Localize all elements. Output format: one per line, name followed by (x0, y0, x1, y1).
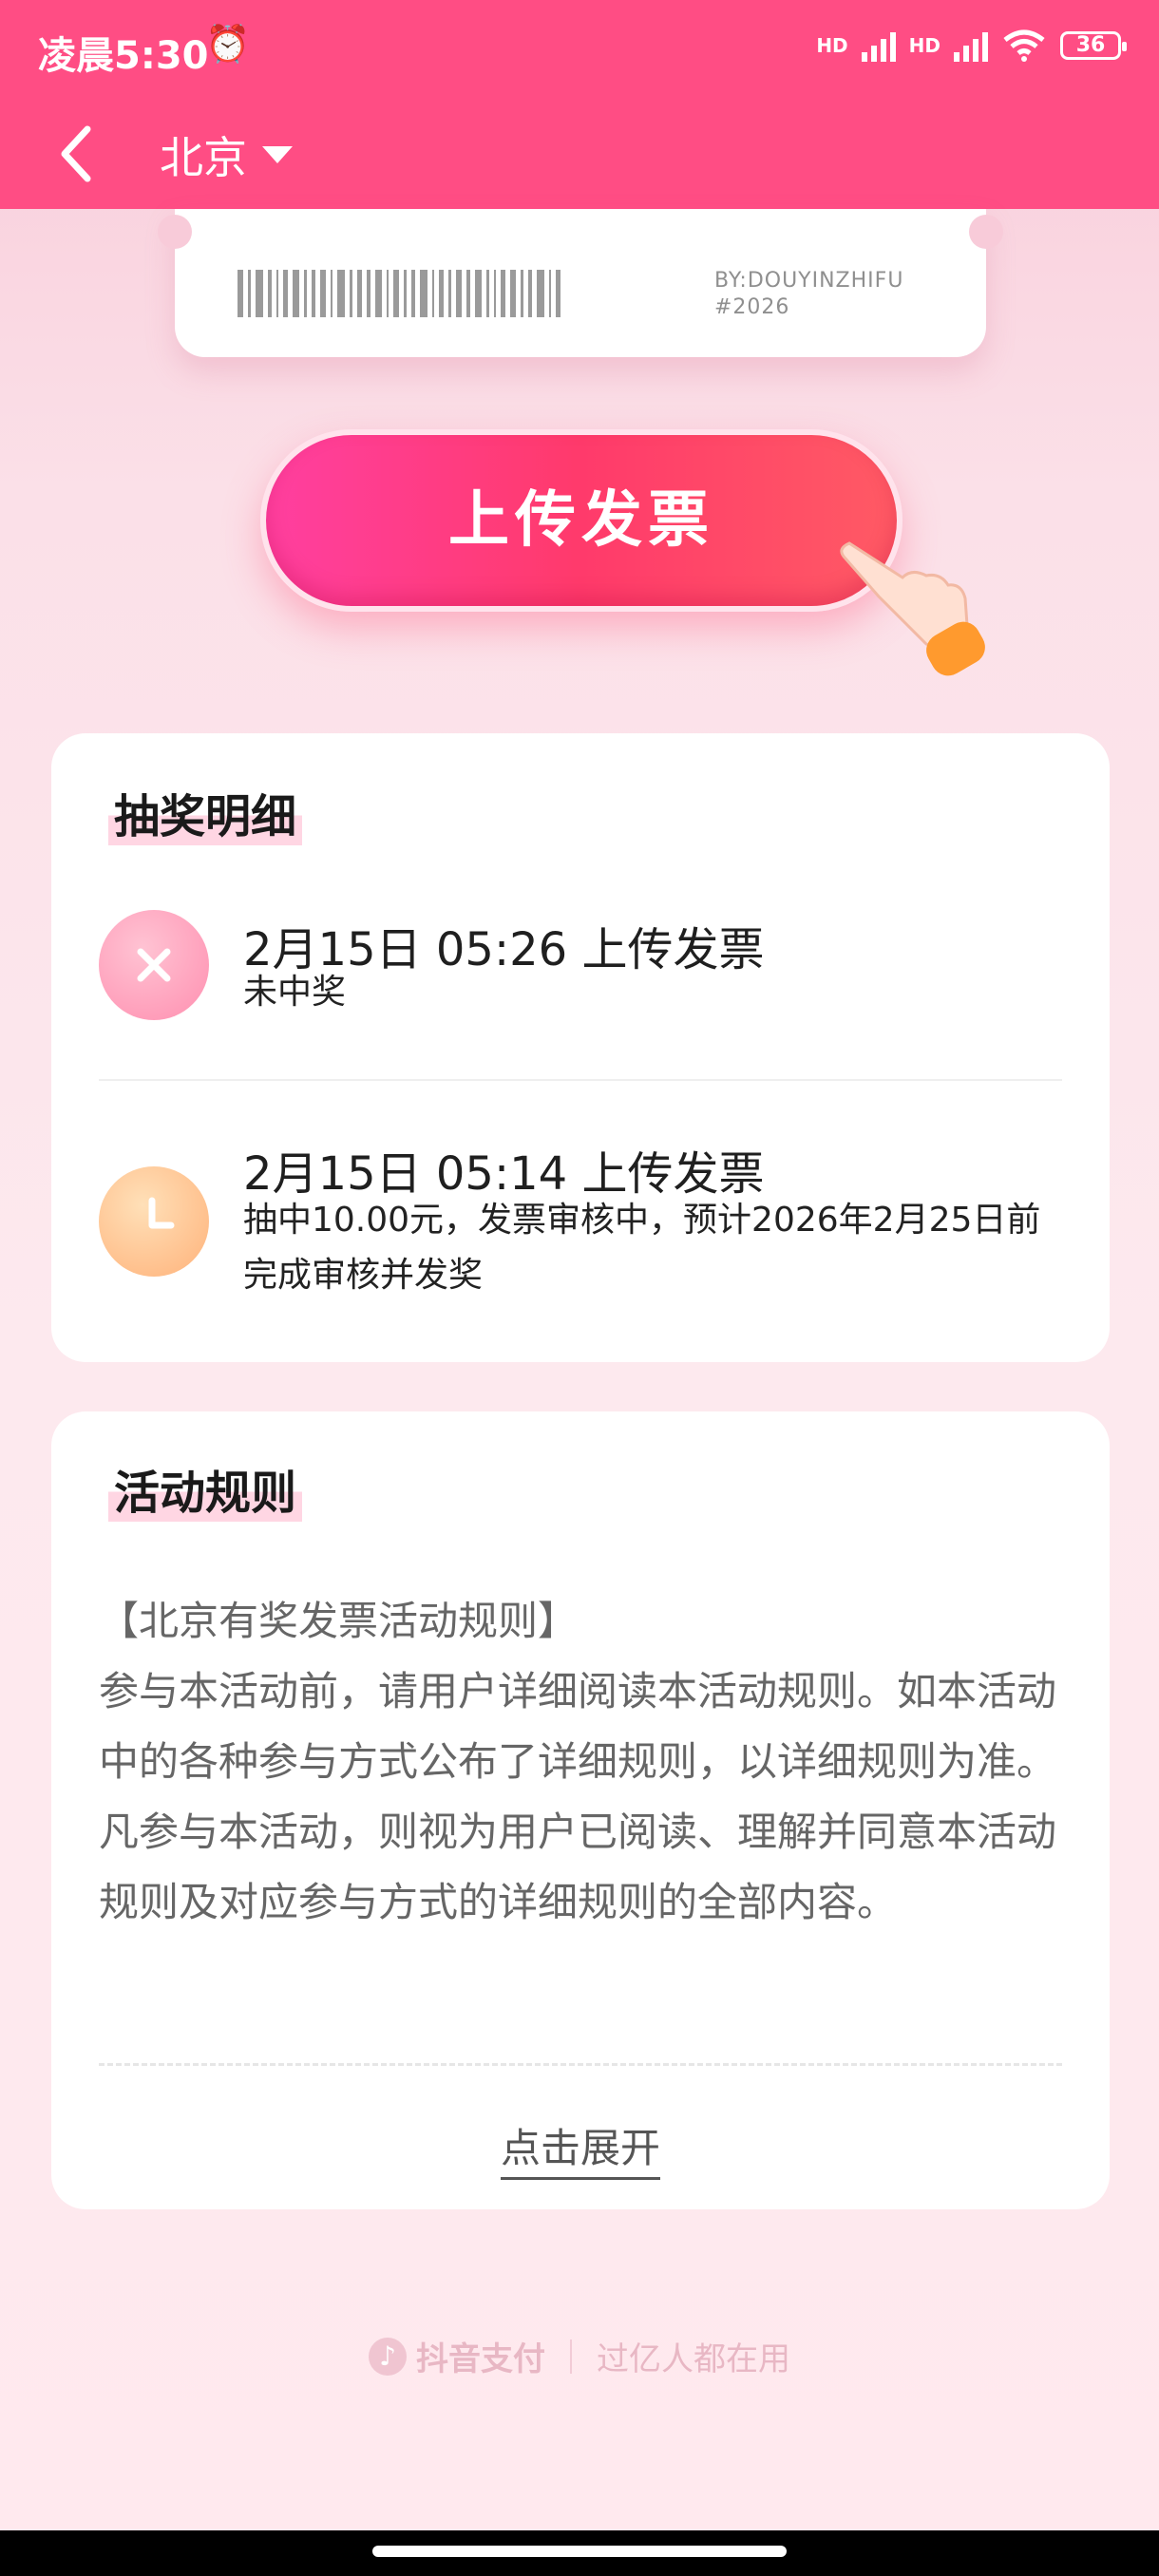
wifi-icon (1003, 29, 1045, 62)
battery-level: 36 (1075, 33, 1106, 57)
barcode-bar (320, 270, 326, 317)
barcode-bar (432, 270, 434, 317)
draw-record-row: 2月15日 05:14 上传发票 抽中10.00元，发票审核中，预计2026年2… (99, 1134, 1062, 1324)
signal-icon (861, 29, 896, 62)
draw-record-status: 未中奖 (243, 973, 347, 1012)
footer-brand-name: 抖音支付 (416, 2340, 545, 2378)
barcode-bar (304, 270, 307, 317)
barcode-bar (375, 270, 382, 317)
barcode-bar (556, 270, 560, 317)
barcode-label: BY:DOUYINZHIFU #2026 (714, 268, 903, 321)
barcode-bar (494, 270, 496, 317)
barcode-image (238, 270, 560, 317)
activity-rules-title: 活动规则 (108, 1455, 303, 1522)
system-nav-bar (0, 2530, 1159, 2576)
ticket-notch (158, 215, 192, 249)
barcode-bar (357, 270, 362, 317)
draw-details-title: 抽奖明细 (108, 779, 303, 845)
rules-text: 【北京有奖发票活动规则】 参与本活动前，请用户详细阅读本活动规则。如本活动中的各… (99, 1586, 1062, 1938)
alarm-icon: ⏰ (205, 23, 251, 65)
signal-icon-2 (954, 29, 988, 62)
barcode-bar (337, 270, 345, 317)
barcode-bar (393, 270, 399, 317)
barcode-label-line1: BY:DOUYINZHIFU (714, 269, 904, 293)
expand-link[interactable]: 点击展开 (500, 2125, 660, 2180)
caret-down-icon (262, 146, 293, 163)
barcode-bar (448, 270, 451, 317)
barcode-bar (549, 270, 551, 317)
barcode-bar (268, 270, 272, 317)
barcode-bar (439, 270, 444, 317)
barcode-bar (350, 270, 352, 317)
home-indicator[interactable] (372, 2546, 787, 2557)
clock-icon (99, 1166, 209, 1277)
close-icon (99, 910, 209, 1020)
city-selector[interactable]: 北京 (160, 123, 293, 186)
barcode-bar (276, 270, 278, 317)
pointing-hand-icon (840, 541, 985, 676)
ticket-card: BY:DOUYINZHIFU #2026 (158, 209, 1003, 357)
barcode-bar (475, 270, 482, 317)
barcode-bar (293, 270, 299, 317)
status-time: 凌晨5:30 (38, 34, 209, 78)
status-icons: HD HD 36 (816, 28, 1127, 63)
barcode-bar (501, 270, 505, 317)
barcode-bar (466, 270, 470, 317)
barcode-bar (387, 270, 389, 317)
barcode-bar (404, 270, 407, 317)
douyin-logo-icon: ♪ (369, 2337, 407, 2376)
ticket-notch (969, 215, 1003, 249)
footer: ♪ 抖音支付 过亿人都在用 (0, 2333, 1159, 2379)
barcode-bar (256, 270, 263, 317)
battery-icon: 36 (1060, 31, 1127, 60)
barcode-bar (510, 270, 516, 317)
divider (99, 1079, 1062, 1081)
draw-record-status: 抽中10.00元，发票审核中，预计2026年2月25日前完成审核并发奖 (243, 1201, 1041, 1295)
network-label-1: HD (816, 34, 848, 57)
barcode-bar (367, 270, 370, 317)
activity-rules-card: 活动规则 【北京有奖发票活动规则】 参与本活动前，请用户详细阅读本活动规则。如本… (51, 1411, 1110, 2209)
barcode-bar (420, 270, 428, 317)
barcode-bar (537, 270, 544, 317)
barcode-bar (456, 270, 462, 317)
footer-slogan: 过亿人都在用 (597, 2340, 790, 2378)
dashed-divider (99, 2063, 1062, 2066)
network-label-2: HD (908, 34, 940, 57)
status-bar: 凌晨5:30 ⏰ HD HD 36 (0, 0, 1159, 99)
barcode-bar (283, 270, 288, 317)
barcode-bar (528, 270, 532, 317)
barcode-bar (238, 270, 243, 317)
barcode-bar (331, 270, 332, 317)
draw-details-card: 抽奖明细 2月15日 05:26 上传发票 未中奖 2月15日 05:14 上传… (51, 733, 1110, 1362)
barcode-bar (248, 270, 251, 317)
expand-link-wrap: 点击展开 (51, 2116, 1110, 2180)
barcode-bar (312, 270, 315, 317)
city-name: 北京 (160, 132, 247, 183)
rules-body: 参与本活动前，请用户详细阅读本活动规则。如本活动中的各种参与方式公布了详细规则，… (99, 1668, 1057, 1925)
back-arrow-icon[interactable] (48, 116, 124, 192)
upload-invoice-button[interactable]: 上传发票 (260, 429, 902, 612)
barcode-bar (486, 270, 489, 317)
footer-brand: ♪ 抖音支付 (369, 2333, 545, 2379)
header: 北京 (0, 99, 1159, 209)
barcode-bar (521, 270, 523, 317)
rules-heading: 【北京有奖发票活动规则】 (99, 1598, 579, 1644)
draw-record-row: 2月15日 05:26 上传发票 未中奖 (99, 910, 1062, 1052)
barcode-bar (411, 270, 415, 317)
footer-separator (570, 2339, 572, 2374)
barcode-label-line2: #2026 (714, 295, 790, 319)
